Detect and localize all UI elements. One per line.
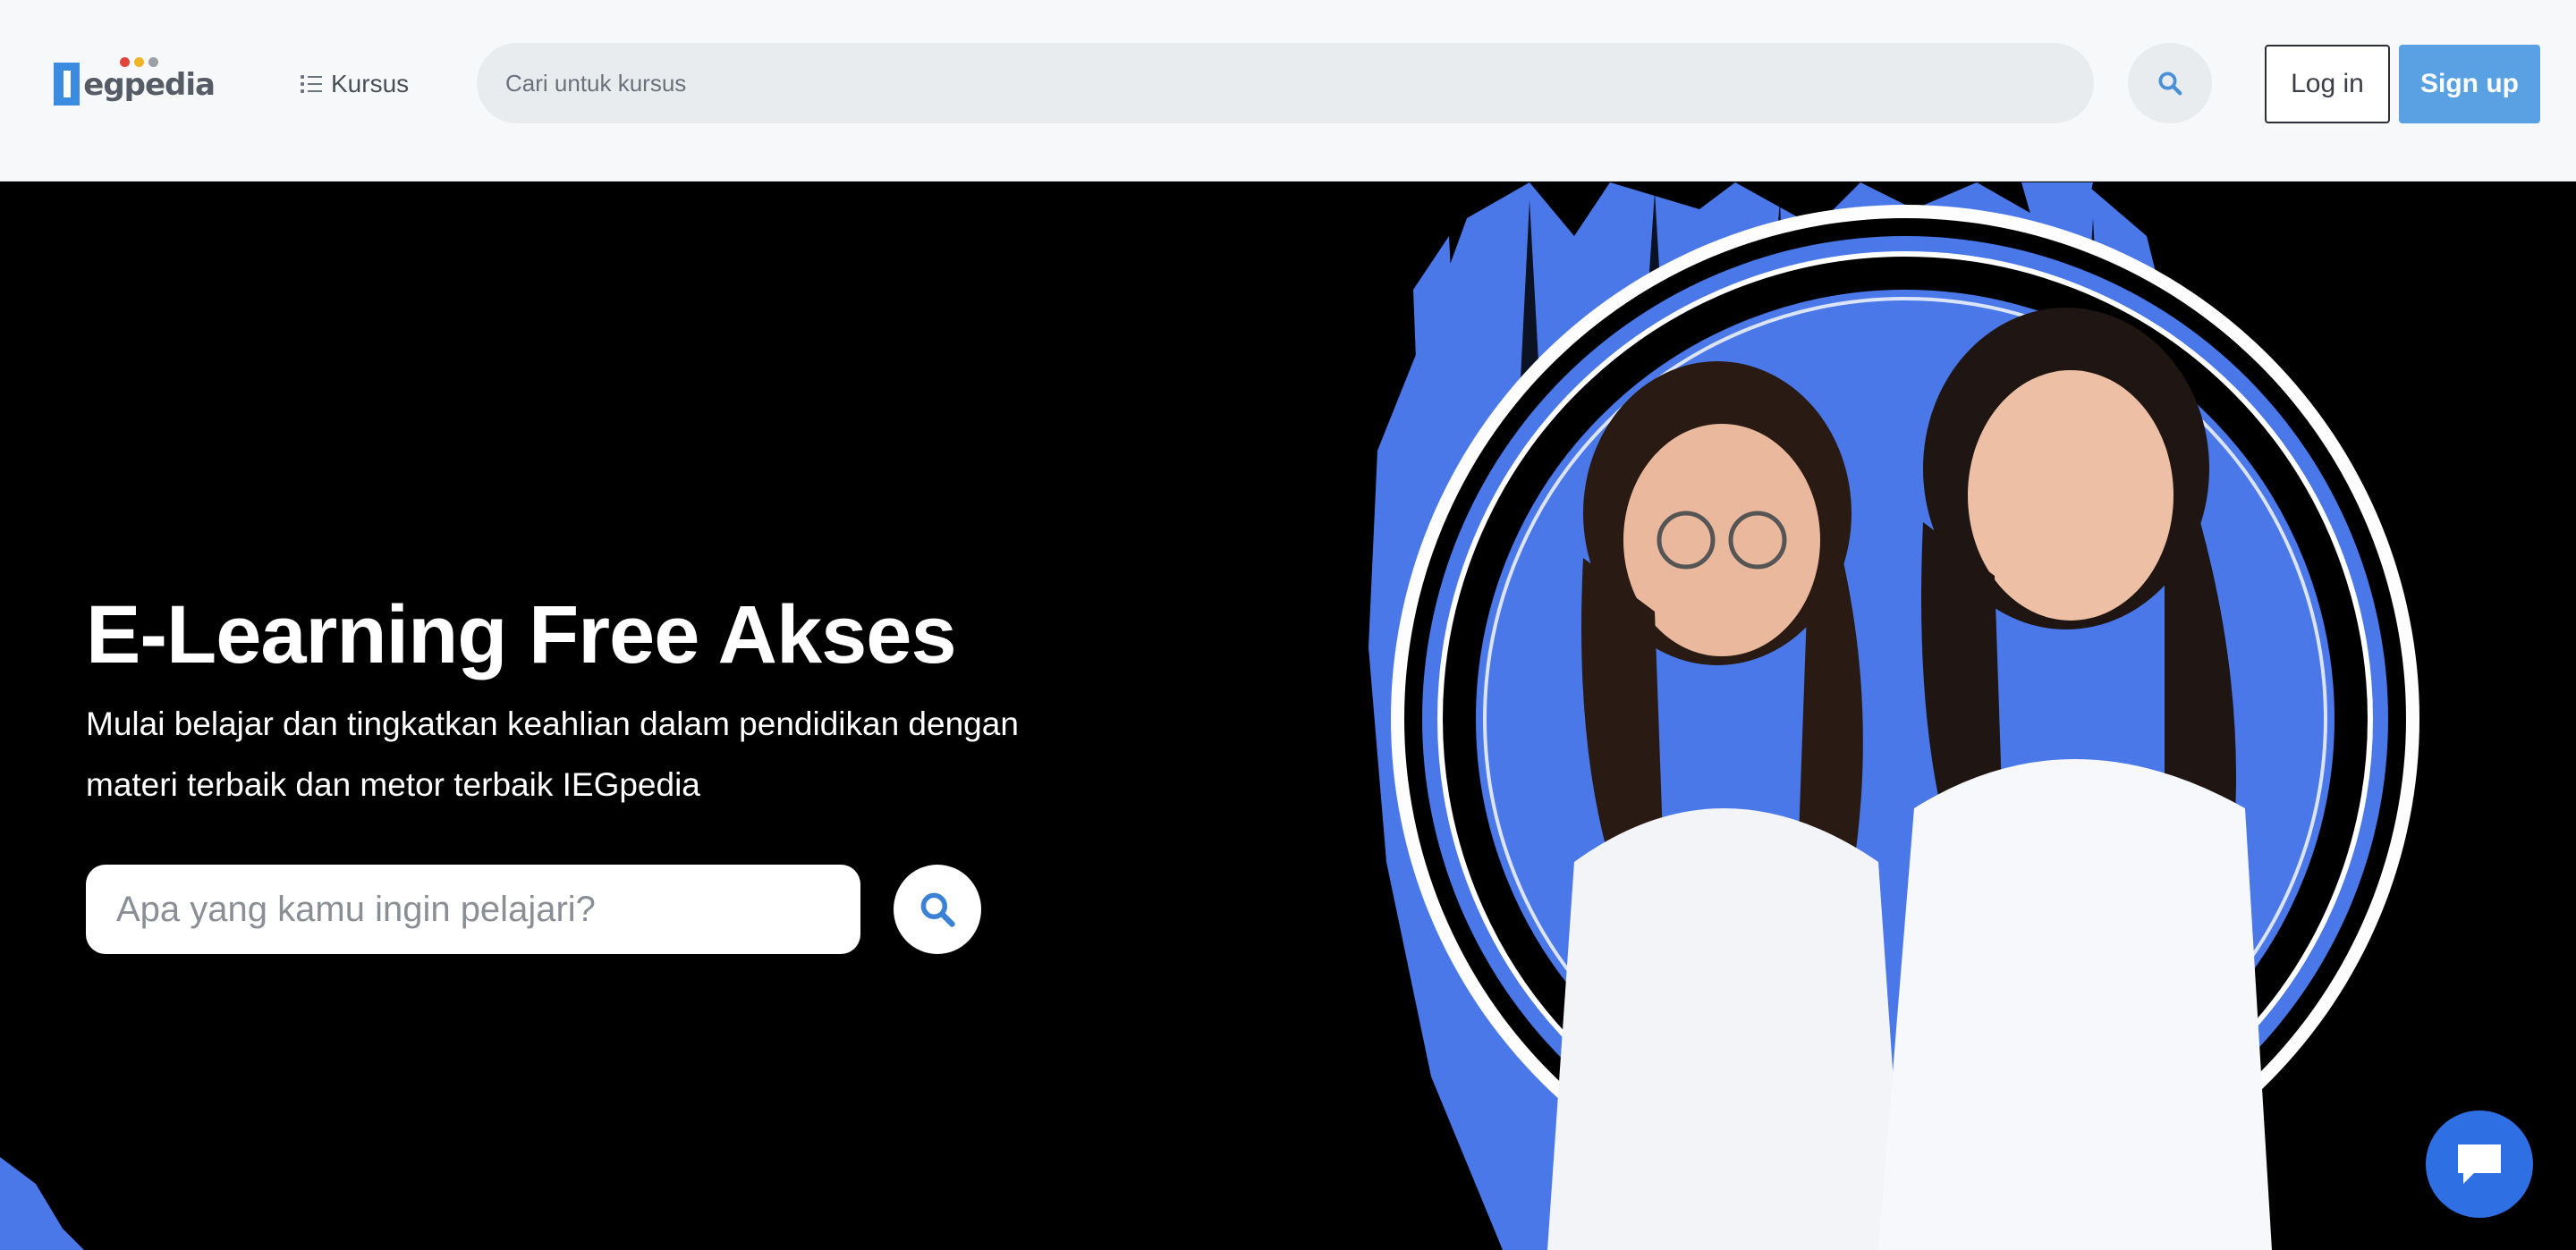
hero-search-button[interactable] (894, 865, 981, 954)
logo-mark (54, 63, 80, 106)
hero-corner-brush (0, 1157, 84, 1250)
hero-section: E-Learning Free Akses Mulai belajar dan … (0, 182, 2576, 1250)
top-header: egpedia Kursus Log in Sign up (0, 0, 2576, 182)
signup-button[interactable]: Sign up (2399, 45, 2540, 123)
search-icon (2158, 72, 2182, 96)
list-icon (301, 75, 322, 93)
kursus-menu-button[interactable]: Kursus (301, 64, 409, 104)
iegpedia-logo[interactable]: egpedia (54, 52, 216, 106)
hero-search-input[interactable] (86, 865, 860, 954)
search-icon (920, 892, 955, 927)
logo-dots (120, 57, 158, 67)
course-search-input[interactable] (477, 43, 2094, 123)
chat-icon (2458, 1144, 2501, 1184)
login-button[interactable]: Log in (2265, 45, 2390, 123)
hero-title: E-Learning Free Akses (86, 589, 957, 680)
hero-subtitle: Mulai belajar dan tingkatkan keahlian da… (86, 705, 1019, 803)
hero-illustration (1368, 182, 2419, 1250)
chat-widget-button[interactable] (2426, 1111, 2533, 1218)
course-search-button[interactable] (2128, 43, 2212, 123)
kursus-label: Kursus (331, 70, 410, 97)
logo-text: egpedia (83, 67, 216, 103)
